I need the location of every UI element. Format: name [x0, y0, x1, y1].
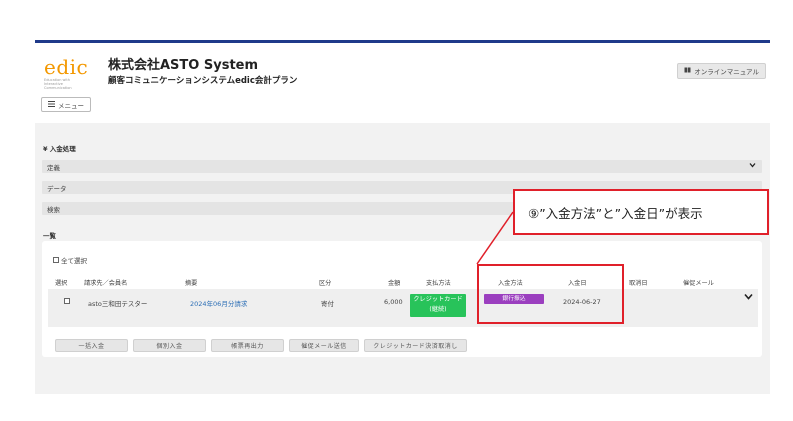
annotation-callout: ⑨”入金方法”と”入金日”が表示: [513, 189, 769, 235]
screenshot-canvas: edic Education with Interactive Communic…: [0, 0, 793, 421]
annotation-text: ⑨”入金方法”と”入金日”が表示: [528, 205, 703, 221]
